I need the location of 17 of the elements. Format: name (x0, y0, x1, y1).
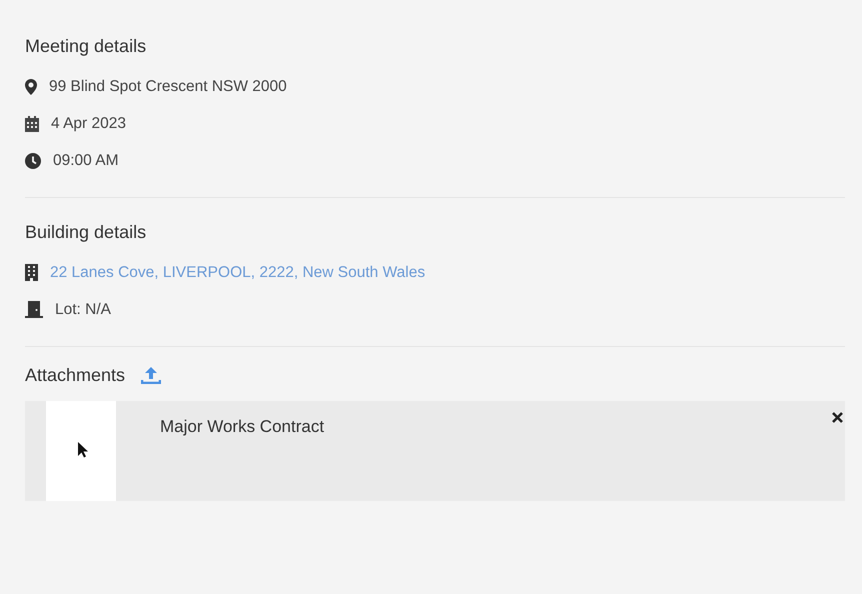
section-heading: Meeting details (25, 35, 148, 58)
section-heading: Building details (25, 221, 148, 244)
calendar-icon (25, 116, 39, 132)
section-heading: Attachments (25, 364, 126, 387)
detail-text: 4 Apr 2023 (51, 114, 126, 132)
door-icon (25, 301, 43, 318)
clock-icon (25, 152, 41, 168)
close-icon[interactable] (832, 412, 843, 423)
building-icon (25, 264, 38, 281)
detail-text: Lot: N/A (55, 300, 111, 318)
attachment-name: Major Works Contract (160, 417, 324, 438)
detail-text: 09:00 AM (53, 152, 118, 170)
attachment-card[interactable]: Major Works Contract (25, 401, 845, 501)
detail-text: 99 Blind Spot Crescent NSW 2000 (49, 78, 287, 96)
upload-icon[interactable] (141, 366, 162, 384)
cursor-icon (78, 442, 88, 458)
map-pin-icon (25, 78, 37, 94)
